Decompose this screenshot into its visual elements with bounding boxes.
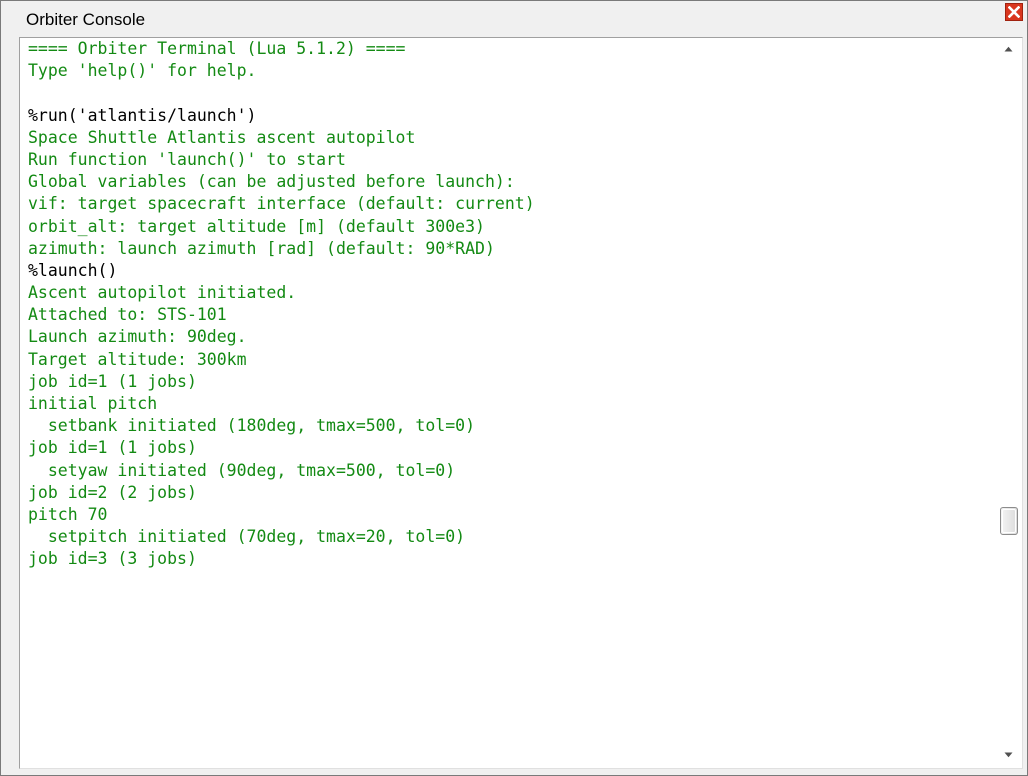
vertical-scrollbar[interactable] [995,38,1022,768]
scroll-up-button[interactable] [995,38,1022,62]
console-output-line: ==== Orbiter Terminal (Lua 5.1.2) ==== [28,39,406,58]
console-output-line: job id=1 (1 jobs) [28,438,197,458]
console-window: Orbiter Console ==== Orbiter Terminal (L… [0,0,1028,776]
console-output-line: setyaw initiated (90deg, tmax=500, tol=0… [28,460,456,480]
console-output-line: azimuth: launch azimuth [rad] (default: … [28,238,495,258]
arrow-down-icon [1004,752,1013,758]
arrow-up-icon [1004,46,1013,52]
console-output-line: setbank initiated (180deg, tmax=500, tol… [28,416,476,436]
console-output-line: Type 'help()' for help. [28,61,257,81]
title-bar[interactable]: Orbiter Console [1,1,1027,37]
console-output-line: vif: target spacecraft interface (defaul… [28,194,535,214]
close-button[interactable] [1005,3,1023,21]
console-output-line: Space Shuttle Atlantis ascent autopilot [28,127,416,147]
console-output-line: Attached to: STS-101 [28,305,227,325]
console-output-area[interactable]: ==== Orbiter Terminal (Lua 5.1.2) ==== Ty… [19,37,1023,769]
console-output-line: pitch 70 [28,504,108,524]
console-output-line: Target altitude: 300km [28,349,247,369]
console-text: ==== Orbiter Terminal (Lua 5.1.2) ==== Ty… [28,38,988,571]
scroll-thumb[interactable] [1000,506,1018,535]
console-output-line: Run function 'launch()' to start [28,149,346,169]
scroll-down-button[interactable] [995,744,1022,768]
window-title: Orbiter Console [26,10,146,29]
console-output-line: job id=2 (2 jobs) [28,482,197,502]
close-icon [1008,6,1020,18]
console-output-line: setpitch initiated (70deg, tmax=20, tol=… [28,527,466,547]
console-output-line: job id=3 (3 jobs) [28,549,197,569]
console-output-line: orbit_alt: target altitude [m] (default … [28,216,485,236]
console-output-line: Global variables (can be adjusted before… [28,172,515,192]
console-output-line: job id=1 (1 jobs) [28,371,197,391]
console-output-line [28,82,988,104]
console-output-line: Ascent autopilot initiated. [28,283,297,303]
console-command-line: %run('atlantis/launch') [28,105,257,125]
console-output-line: Launch azimuth: 90deg. [28,327,247,347]
console-command-line: %launch() [28,260,118,280]
console-output-line: initial pitch [28,394,158,413]
